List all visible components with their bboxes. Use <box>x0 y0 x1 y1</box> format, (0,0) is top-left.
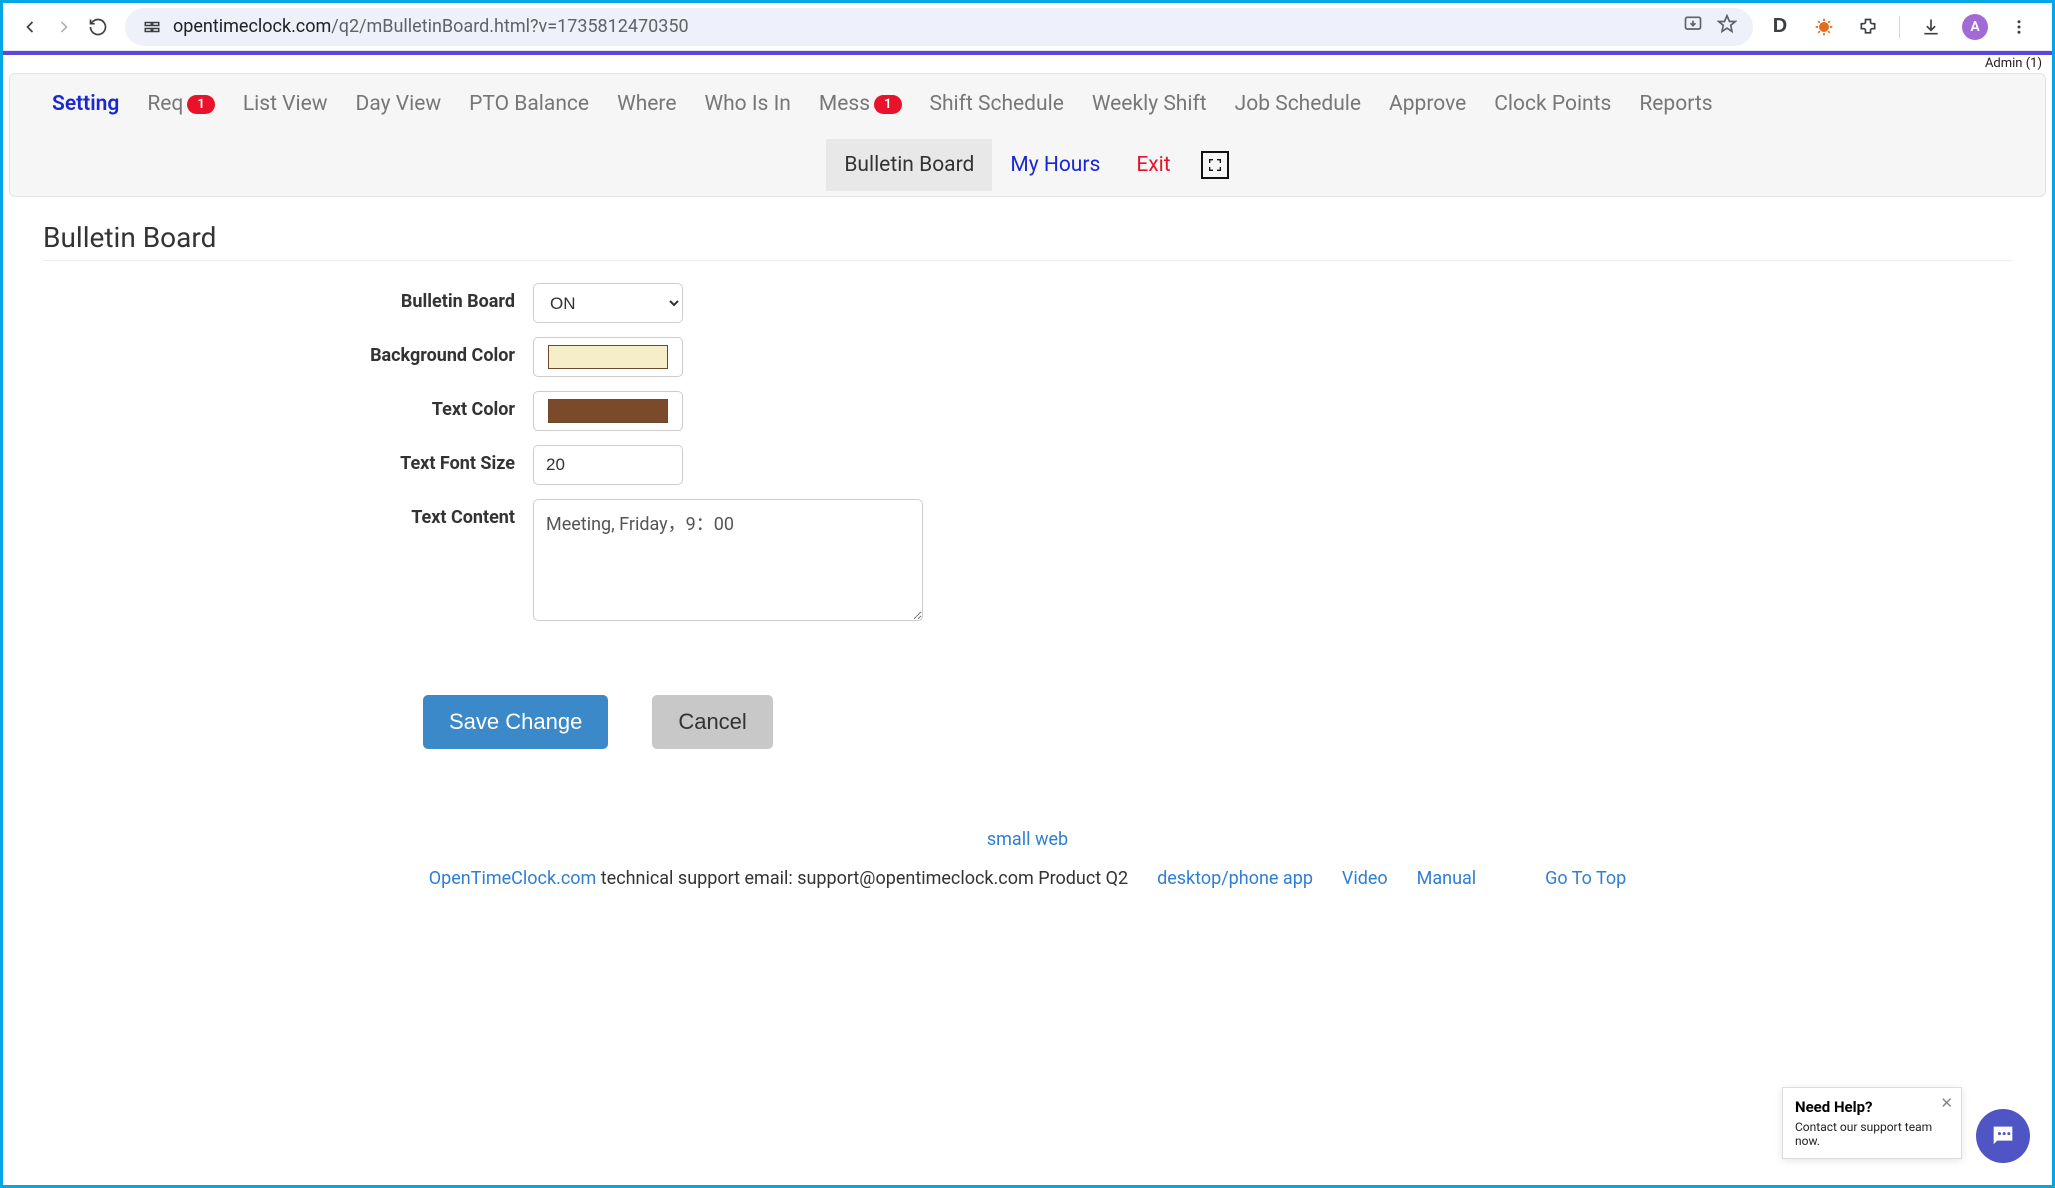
main-navbar: Setting Req1 List View Day View PTO Bala… <box>9 73 2046 197</box>
address-bar[interactable]: opentimeclock.com/q2/mBulletinBoard.html… <box>125 8 1753 46</box>
subnav-bulletin-board[interactable]: Bulletin Board <box>826 139 992 191</box>
nav-day-view[interactable]: Day View <box>342 92 456 116</box>
label-font-size: Text Font Size <box>43 445 533 474</box>
fullscreen-icon[interactable] <box>1201 151 1229 179</box>
page-title: Bulletin Board <box>43 221 2012 254</box>
help-subtitle: Contact our support team now. <box>1795 1120 1949 1148</box>
browser-chrome: opentimeclock.com/q2/mBulletinBoard.html… <box>3 3 2052 51</box>
url-path: /q2/mBulletinBoard.html?v=1735812470350 <box>331 16 688 37</box>
bulletin-board-toggle[interactable]: ON <box>533 283 683 323</box>
extensions-icon[interactable] <box>1855 14 1881 40</box>
chat-icon <box>1989 1122 2017 1150</box>
text-content-input[interactable] <box>533 499 923 621</box>
footer-desktop-link[interactable]: desktop/phone app <box>1157 868 1313 889</box>
footer-small-web[interactable]: small web <box>987 829 1068 850</box>
bookmark-icon[interactable] <box>1717 14 1737 39</box>
menu-dots-icon[interactable] <box>2006 14 2032 40</box>
row-text-content: Text Content <box>43 499 2012 625</box>
label-bulletin-board: Bulletin Board <box>43 283 533 312</box>
download-icon[interactable] <box>1918 14 1944 40</box>
extension-d-icon[interactable]: D <box>1767 14 1793 40</box>
nav-req[interactable]: Req1 <box>133 92 228 116</box>
nav-approve[interactable]: Approve <box>1375 92 1480 116</box>
nav-where[interactable]: Where <box>603 92 690 116</box>
nav-job-schedule[interactable]: Job Schedule <box>1221 92 1375 116</box>
extension-bug-icon[interactable] <box>1811 14 1837 40</box>
help-title: Need Help? <box>1795 1098 1949 1116</box>
nav-req-label: Req <box>147 92 183 116</box>
nav-mess[interactable]: Mess1 <box>805 92 916 116</box>
divider <box>43 260 2012 261</box>
footer-go-top-link[interactable]: Go To Top <box>1545 868 1626 889</box>
row-text-color: Text Color <box>43 391 2012 431</box>
url-text: opentimeclock.com/q2/mBulletinBoard.html… <box>173 16 689 37</box>
help-close-icon[interactable]: ✕ <box>1940 1094 1953 1112</box>
nav-list-view[interactable]: List View <box>229 92 342 116</box>
nav-mess-badge: 1 <box>874 95 901 114</box>
label-text-color: Text Color <box>43 391 533 420</box>
separator <box>1899 16 1900 38</box>
row-bulletin-board: Bulletin Board ON <box>43 283 2012 323</box>
footer-manual-link[interactable]: Manual <box>1417 868 1477 889</box>
chrome-actions: D A <box>1767 14 2042 40</box>
profile-avatar[interactable]: A <box>1962 14 1988 40</box>
nav-shift-schedule[interactable]: Shift Schedule <box>916 92 1078 116</box>
label-text-content: Text Content <box>43 499 533 528</box>
row-bg-color: Background Color <box>43 337 2012 377</box>
site-settings-icon[interactable] <box>141 16 163 38</box>
button-row: Save Change Cancel <box>423 695 2012 749</box>
nav-row-1: Setting Req1 List View Day View PTO Bala… <box>38 74 2017 134</box>
nav-clock-points[interactable]: Clock Points <box>1480 92 1625 116</box>
nav-mess-label: Mess <box>819 92 870 116</box>
nav-reports[interactable]: Reports <box>1625 92 1726 116</box>
text-color-picker[interactable] <box>533 391 683 431</box>
bg-color-swatch <box>548 345 668 369</box>
help-card: ✕ Need Help? Contact our support team no… <box>1782 1087 1962 1159</box>
nav-who-is-in[interactable]: Who Is In <box>690 92 804 116</box>
user-label: Admin (1) <box>3 55 2052 73</box>
back-icon[interactable] <box>13 10 47 44</box>
nav-pto-balance[interactable]: PTO Balance <box>455 92 603 116</box>
save-button[interactable]: Save Change <box>423 695 608 749</box>
url-host: opentimeclock.com <box>173 16 331 37</box>
reload-icon[interactable] <box>81 10 115 44</box>
cancel-button[interactable]: Cancel <box>652 695 772 749</box>
subnav-exit[interactable]: Exit <box>1118 139 1188 191</box>
font-size-input[interactable] <box>533 445 683 485</box>
label-bg-color: Background Color <box>43 337 533 366</box>
chat-fab[interactable] <box>1976 1109 2030 1163</box>
nav-weekly-shift[interactable]: Weekly Shift <box>1078 92 1221 116</box>
install-app-icon[interactable] <box>1683 14 1703 39</box>
footer-support-text: technical support email: support@opentim… <box>596 868 1128 889</box>
footer-site-link[interactable]: OpenTimeClock.com <box>429 868 597 889</box>
text-color-swatch <box>548 399 668 423</box>
nav-req-badge: 1 <box>187 95 214 114</box>
nav-row-2: Bulletin Board My Hours Exit <box>38 134 2017 196</box>
footer: small web OpenTimeClock.com technical su… <box>43 829 2012 889</box>
page-content: Bulletin Board Bulletin Board ON Backgro… <box>3 197 2052 919</box>
row-font-size: Text Font Size <box>43 445 2012 485</box>
subnav-my-hours[interactable]: My Hours <box>992 139 1118 191</box>
footer-video-link[interactable]: Video <box>1342 868 1388 889</box>
bg-color-picker[interactable] <box>533 337 683 377</box>
nav-setting[interactable]: Setting <box>38 92 133 116</box>
forward-icon[interactable] <box>47 10 81 44</box>
